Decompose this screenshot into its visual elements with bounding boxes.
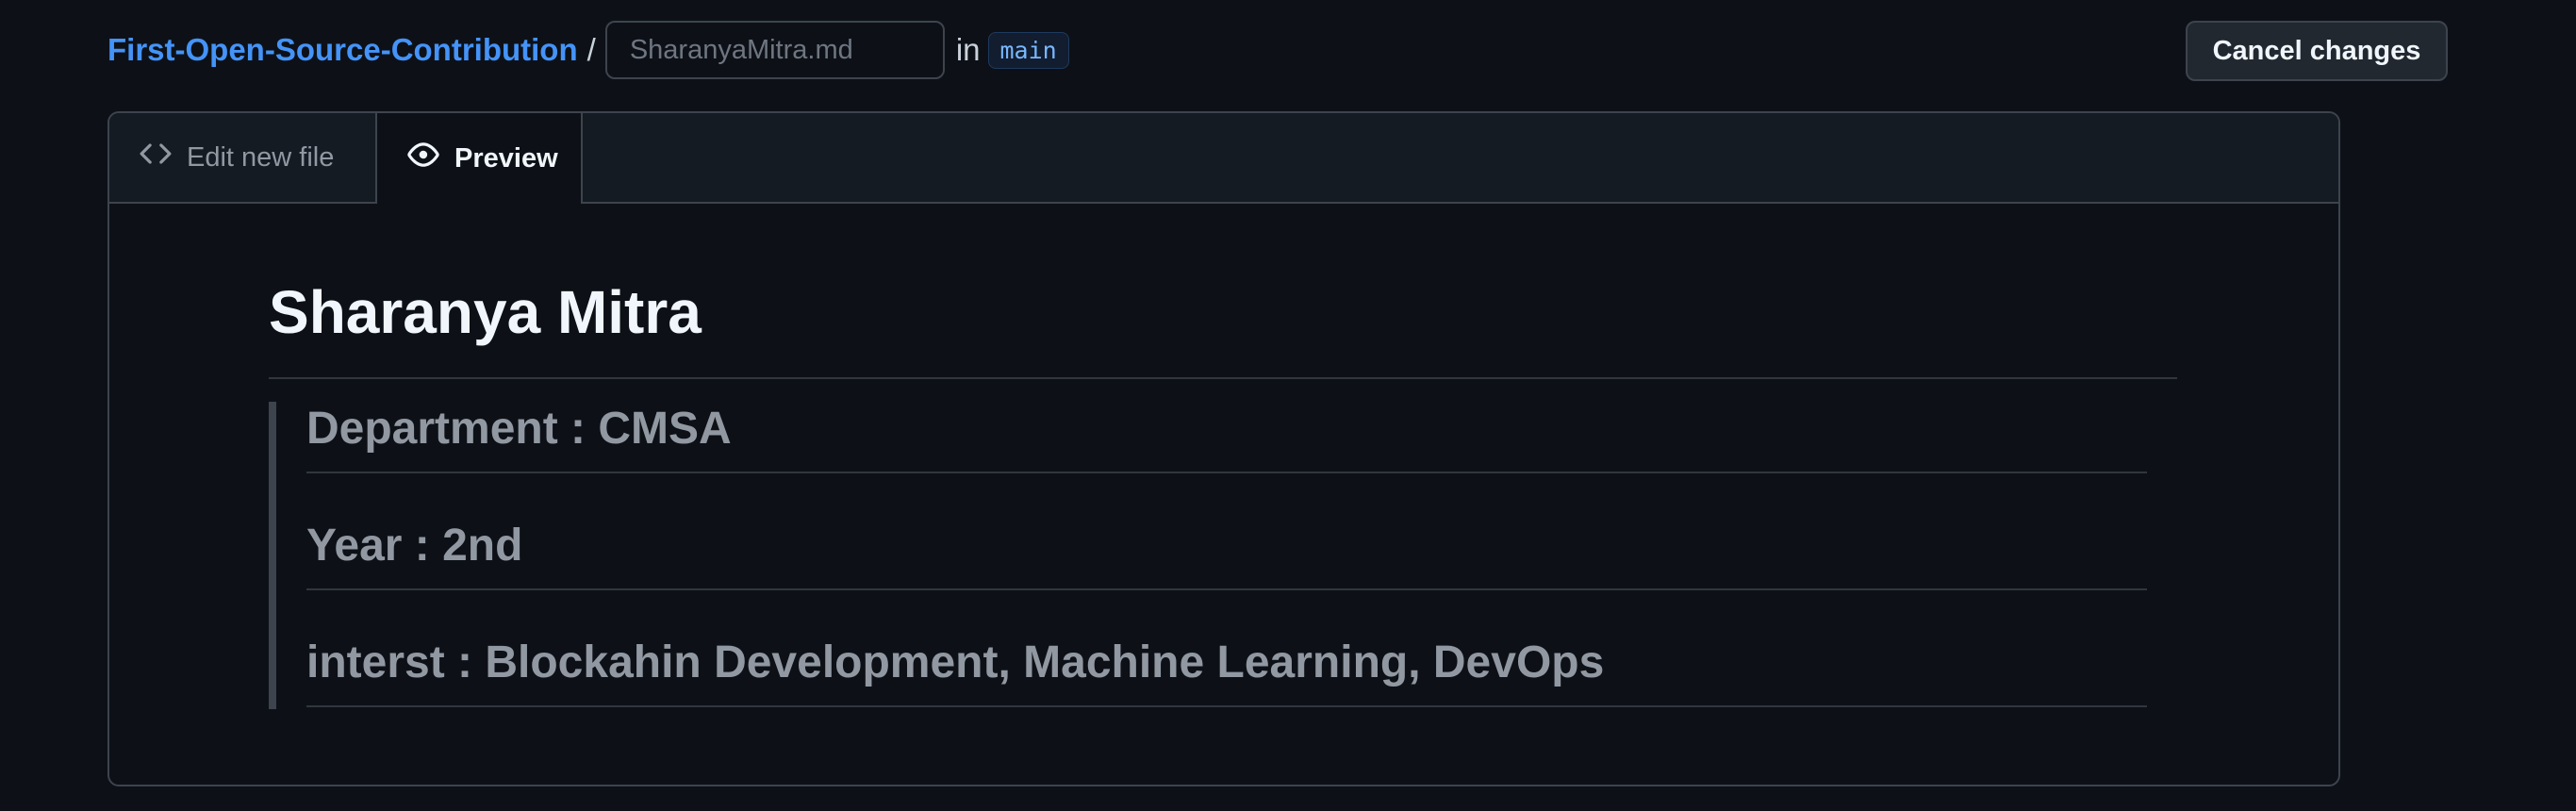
- code-icon: [140, 138, 172, 177]
- eye-icon: [407, 139, 439, 178]
- tab-label: Edit new file: [187, 141, 335, 173]
- filename-input[interactable]: [604, 21, 945, 79]
- breadcrumb-separator: /: [586, 32, 596, 67]
- editor-panel: Edit new file Preview Sharanya Mitra Dep…: [107, 111, 2340, 786]
- repo-link[interactable]: First-Open-Source-Contribution: [107, 32, 578, 68]
- tab-label: Preview: [454, 142, 558, 174]
- file-editor-header: First-Open-Source-Contribution / in main…: [107, 21, 2576, 81]
- preview-blockquote: Department : CMSA Year : 2nd interst : B…: [269, 402, 2155, 709]
- blockquote-line-interest: interst : Blockahin Development, Machine…: [306, 636, 2147, 707]
- editor-tabbar: Edit new file Preview: [109, 113, 2338, 204]
- preview-heading: Sharanya Mitra: [269, 279, 2177, 379]
- tab-preview[interactable]: Preview: [375, 113, 583, 204]
- branch-badge: main: [987, 31, 1069, 69]
- blockquote-line-department: Department : CMSA: [306, 402, 2147, 473]
- in-label: in: [955, 32, 981, 67]
- tab-edit-new-file[interactable]: Edit new file: [109, 113, 375, 202]
- breadcrumb: First-Open-Source-Contribution / in main: [107, 21, 1069, 79]
- cancel-changes-button[interactable]: Cancel changes: [2186, 21, 2448, 81]
- blockquote-line-year: Year : 2nd: [306, 519, 2147, 590]
